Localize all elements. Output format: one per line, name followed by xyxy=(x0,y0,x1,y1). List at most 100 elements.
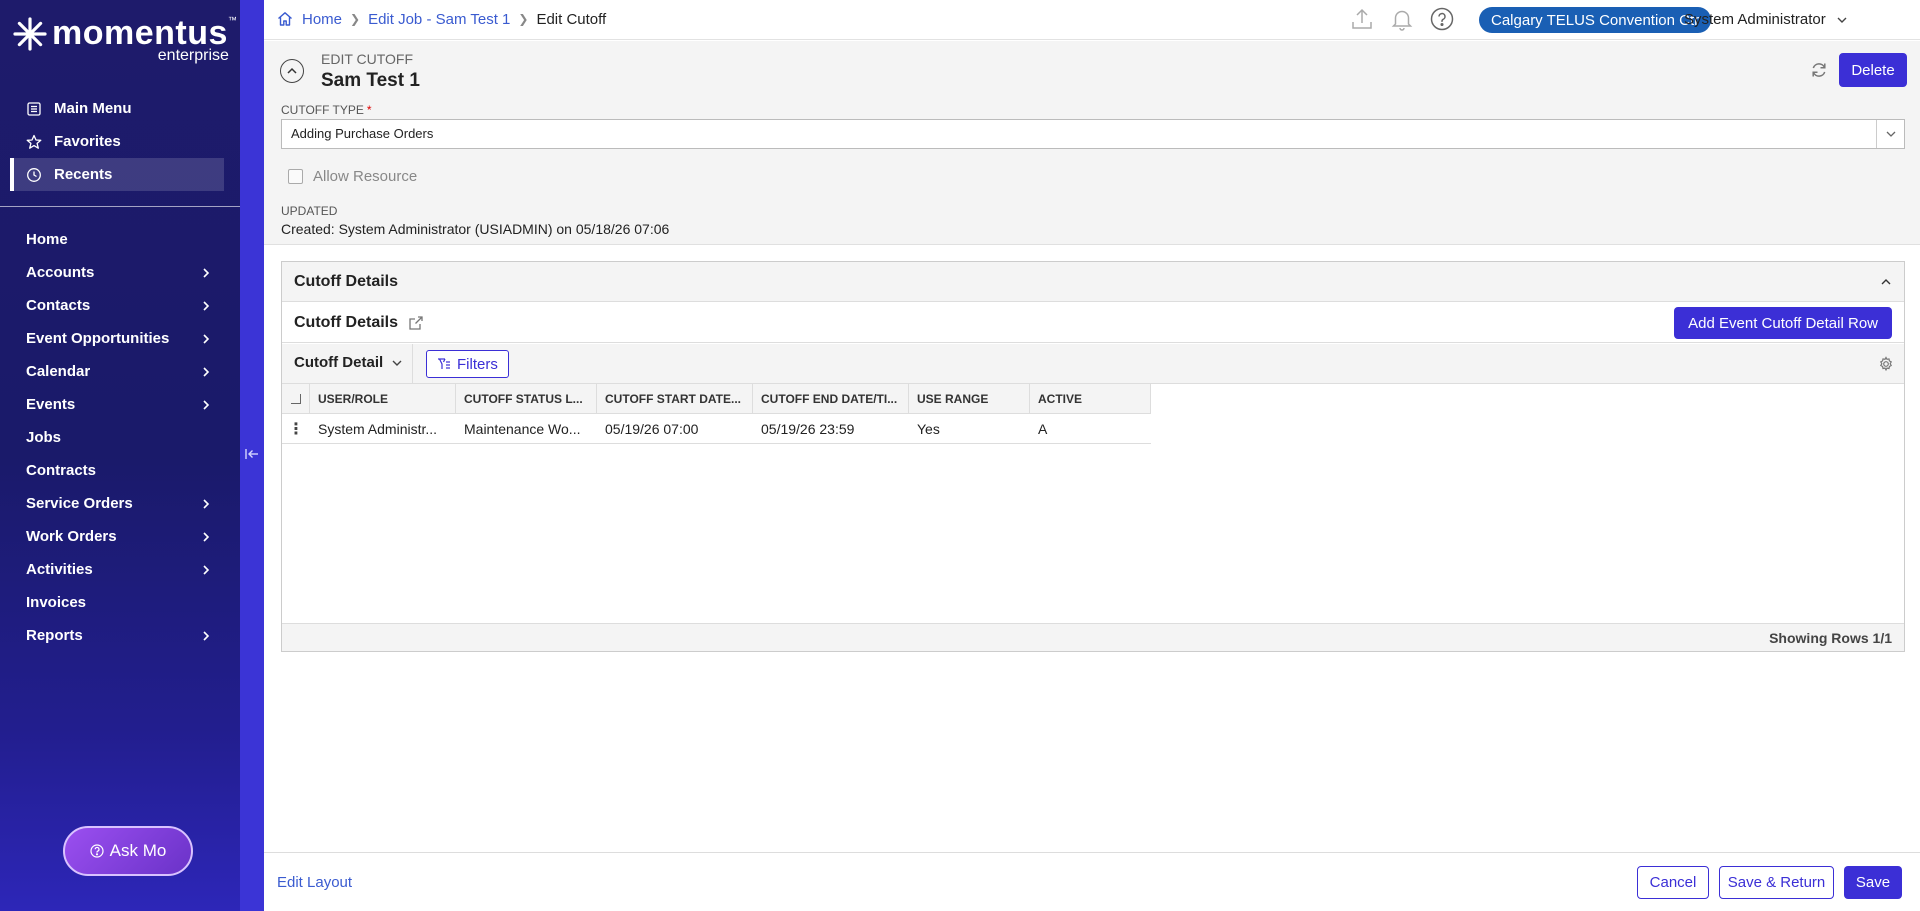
sidebar-item-label: Events xyxy=(26,396,76,413)
quick-item-label: Favorites xyxy=(54,133,121,150)
chevron-down-icon xyxy=(392,360,402,366)
cutoff-type-label: CUTOFF TYPE * xyxy=(281,103,372,117)
cell-active: A xyxy=(1038,420,1048,437)
breadcrumb-current: Edit Cutoff xyxy=(536,10,607,28)
sidebar-item-contracts[interactable]: Contracts xyxy=(0,454,240,487)
quick-item-recents[interactable]: Recents xyxy=(10,158,224,191)
grid-view-select[interactable]: Cutoff Detail xyxy=(294,354,403,371)
row-actions-menu[interactable]: ⋮ xyxy=(282,414,310,443)
save-button[interactable]: Save xyxy=(1844,866,1902,899)
sidebar-item-accounts[interactable]: Accounts xyxy=(0,256,240,289)
upload-icon[interactable] xyxy=(1349,6,1375,32)
required-indicator: * xyxy=(366,103,372,117)
quick-item-favorites[interactable]: Favorites xyxy=(10,125,224,158)
help-circle-icon xyxy=(90,844,104,858)
top-icons xyxy=(1349,6,1455,32)
sidebar-item-reports[interactable]: Reports xyxy=(0,619,240,652)
delete-button[interactable]: Delete xyxy=(1839,53,1907,87)
user-menu[interactable]: System Administrator xyxy=(1684,11,1848,28)
grid-header-row: USER/ROLE CUTOFF STATUS L... CUTOFF STAR… xyxy=(282,384,1151,414)
add-event-cutoff-detail-row-button[interactable]: Add Event Cutoff Detail Row xyxy=(1674,307,1892,339)
table-row[interactable]: ⋮ System Administr... Maintenance Wo... … xyxy=(282,414,1151,444)
sidebar-item-label: Calendar xyxy=(26,363,91,380)
toolbar-divider xyxy=(412,344,413,384)
sidebar-divider xyxy=(0,206,240,207)
star-icon xyxy=(26,134,42,149)
save-and-return-button[interactable]: Save & Return xyxy=(1719,866,1834,899)
chevron-right-icon xyxy=(203,399,210,410)
filters-button[interactable]: Filters xyxy=(426,350,509,378)
momentus-logo[interactable]: momentus™ enterprise xyxy=(12,16,237,64)
sidebar-item-label: Invoices xyxy=(26,594,87,611)
chevron-up-icon[interactable] xyxy=(1880,276,1892,288)
top-bar: Home ❯ Edit Job - Sam Test 1 ❯ Edit Cuto… xyxy=(264,0,1920,40)
breadcrumb: Home ❯ Edit Job - Sam Test 1 ❯ Edit Cuto… xyxy=(276,10,606,28)
collapse-header-button[interactable] xyxy=(280,59,304,83)
sidebar-item-work-orders[interactable]: Work Orders xyxy=(0,520,240,553)
column-header-user-role[interactable]: USER/ROLE xyxy=(310,384,456,413)
cell-end-date: 05/19/26 23:59 xyxy=(761,420,855,437)
sidebar-item-calendar[interactable]: Calendar xyxy=(0,355,240,388)
breadcrumb-edit-job[interactable]: Edit Job - Sam Test 1 xyxy=(368,11,510,28)
sidebar-item-invoices[interactable]: Invoices xyxy=(0,586,240,619)
quick-item-main-menu[interactable]: Main Menu xyxy=(10,92,224,125)
sidebar-item-label: Work Orders xyxy=(26,528,117,545)
external-link-icon[interactable] xyxy=(408,315,424,331)
cutoff-type-dropdown-toggle[interactable] xyxy=(1876,120,1904,148)
updated-label: UPDATED xyxy=(281,204,338,218)
sidebar-item-label: Event Opportunities xyxy=(26,330,170,347)
cancel-button[interactable]: Cancel xyxy=(1637,866,1709,899)
clock-icon xyxy=(27,167,41,182)
quick-item-label: Recents xyxy=(54,166,113,183)
chevron-right-icon xyxy=(203,630,210,641)
record-header: EDIT CUTOFF Sam Test 1 Delete CUTOFF TYP… xyxy=(264,41,1920,245)
edit-layout-link[interactable]: Edit Layout xyxy=(277,874,352,891)
cell-use-range: Yes xyxy=(917,420,940,437)
sidebar-item-jobs[interactable]: Jobs xyxy=(0,421,240,454)
ask-mo-label: Ask Mo xyxy=(109,841,167,860)
logo-star-icon xyxy=(13,17,47,51)
cell-start-date: 05/19/26 07:00 xyxy=(605,420,699,437)
updated-value: Created: System Administrator (USIADMIN)… xyxy=(281,221,670,237)
sidebar-item-label: Contacts xyxy=(26,297,91,314)
breadcrumb-home[interactable]: Home xyxy=(302,11,342,28)
chevron-up-icon xyxy=(287,67,297,74)
grid-title-text: Cutoff Details xyxy=(294,314,398,331)
sidebar-item-label: Service Orders xyxy=(26,495,133,512)
bell-icon[interactable] xyxy=(1389,6,1415,32)
chevron-right-icon xyxy=(203,300,210,311)
sidebar-item-event-opportunities[interactable]: Event Opportunities xyxy=(0,322,240,355)
panel-header[interactable]: Cutoff Details xyxy=(282,262,1904,302)
list-icon xyxy=(27,101,41,116)
venue-badge[interactable]: Calgary TELUS Convention Ctr xyxy=(1479,7,1712,33)
sidebar-item-events[interactable]: Events xyxy=(0,388,240,421)
gear-icon[interactable] xyxy=(1878,356,1894,372)
user-name: System Administrator xyxy=(1684,11,1826,28)
grid-footer: Showing Rows 1/1 xyxy=(282,623,1904,651)
panel-title: Cutoff Details xyxy=(294,273,398,290)
sidebar-item-home[interactable]: Home xyxy=(0,223,240,256)
column-header-start-date[interactable]: CUTOFF START DATE... xyxy=(597,384,753,413)
column-header-cutoff-status[interactable]: CUTOFF STATUS L... xyxy=(456,384,597,413)
ask-mo-button[interactable]: Ask Mo xyxy=(63,826,193,876)
sidebar-item-activities[interactable]: Activities xyxy=(0,553,240,586)
sidebar-item-service-orders[interactable]: Service Orders xyxy=(0,487,240,520)
column-header-end-date[interactable]: CUTOFF END DATE/TI... xyxy=(753,384,909,413)
chevron-down-icon xyxy=(1837,17,1847,23)
allow-resource-checkbox[interactable] xyxy=(288,169,303,184)
column-header-active[interactable]: ACTIVE xyxy=(1030,384,1151,413)
record-type-label: EDIT CUTOFF xyxy=(321,51,414,67)
row-count: Showing Rows 1/1 xyxy=(1769,630,1892,646)
column-header-use-range[interactable]: USE RANGE xyxy=(909,384,1030,413)
chevron-right-icon xyxy=(203,564,210,575)
sidebar-item-contacts[interactable]: Contacts xyxy=(0,289,240,322)
cutoff-type-select[interactable]: Adding Purchase Orders xyxy=(281,119,1905,149)
page-title: Sam Test 1 xyxy=(321,70,420,91)
cutoff-type-value: Adding Purchase Orders xyxy=(291,126,434,141)
chevron-right-icon xyxy=(203,531,210,542)
select-all-cell[interactable] xyxy=(282,384,310,413)
refresh-icon[interactable] xyxy=(1809,60,1829,80)
help-icon[interactable] xyxy=(1429,6,1455,32)
collapse-sidebar-icon[interactable] xyxy=(244,446,260,462)
home-icon[interactable] xyxy=(276,10,294,28)
